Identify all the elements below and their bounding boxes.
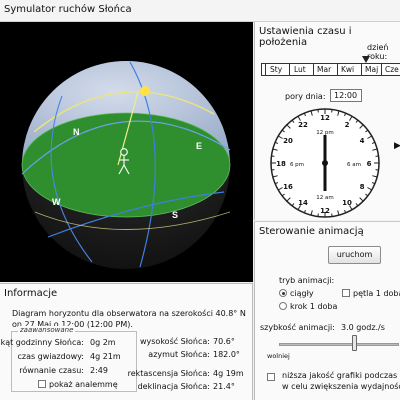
- month-label: Lut: [294, 65, 306, 74]
- clock-numeral: 16: [283, 183, 293, 191]
- day-marker-icon[interactable]: [362, 56, 370, 63]
- low-quality-checkbox[interactable]: [267, 373, 278, 382]
- sidereal-value: 4g 21m: [90, 352, 121, 361]
- time-of-day-label: pory dnia:: [285, 92, 326, 101]
- clock-pivot: [322, 160, 328, 166]
- advanced-group: zaawansowane kąt godzinny Słońca: 0g 2m …: [1, 326, 137, 392]
- hour-angle-value: 0g 2m: [90, 338, 116, 347]
- show-analemma-checkbox[interactable]: pokaż analemmę: [38, 380, 118, 389]
- dir-west: W: [52, 197, 61, 207]
- info-panel: Informacje Diagram horyzontu dla obserwa…: [0, 283, 253, 400]
- celestial-sphere-svg[interactable]: N E W S: [0, 22, 253, 282]
- hour-angle-label: kąt godzinny Słońca:: [0, 338, 84, 347]
- show-analemma-label: pokaż analemmę: [49, 380, 118, 389]
- sun-marker[interactable]: [140, 86, 150, 96]
- low-quality-label-1: niższa jakość grafiki podczas anim: [282, 371, 400, 380]
- info-title: Informacje: [4, 288, 58, 299]
- animation-title: Sterowanie animacją: [259, 226, 364, 237]
- month-label: Mar: [317, 65, 332, 74]
- day-of-year-slider[interactable]: Sty Lut Mar Kwi Maj Cze: [261, 63, 400, 76]
- month-label: Sty: [270, 65, 283, 74]
- clock-numeral: 12: [320, 207, 330, 215]
- clock-numeral: 14: [298, 199, 308, 207]
- clock-sublabel-6pm: 6 pm: [290, 162, 304, 168]
- sun-ra-label: rektascensja Słońca:: [127, 369, 210, 378]
- advanced-legend: zaawansowane: [18, 326, 76, 334]
- analemma-check-box[interactable]: [38, 380, 46, 388]
- sun-azimuth-label: azymut Słońca:: [148, 350, 210, 359]
- animation-speed-value: 3.0 godz./s: [341, 323, 385, 332]
- clock-numeral: 10: [342, 199, 352, 207]
- continuous-radio-dot[interactable]: [279, 289, 287, 297]
- time-of-day-input[interactable]: 12:00: [330, 89, 362, 102]
- sun-azimuth-value: 182.0°: [213, 350, 240, 359]
- month-label: Maj: [365, 65, 379, 74]
- sun-ra-value: 4g 19m: [213, 369, 244, 378]
- clock-numeral: 20: [283, 137, 293, 145]
- step-day-radio[interactable]: krok 1 doba: [279, 302, 337, 311]
- clock-numeral: 22: [298, 121, 308, 129]
- clock-sublabel-6am: 6 am: [347, 162, 361, 168]
- continuous-radio[interactable]: ciągły: [279, 289, 314, 298]
- low-quality-label-2: w celu zwiększenia wydajności: [282, 382, 400, 391]
- info-description-line1: Diagram horyzontu dla obserwatora na sze…: [12, 309, 246, 318]
- step-day-radio-dot[interactable]: [279, 302, 287, 310]
- slower-label: wolniej: [267, 352, 290, 360]
- clock-sublabel-midnight: 12 am: [316, 195, 333, 201]
- low-quality-check-box[interactable]: [267, 373, 275, 381]
- clock-numeral: 6: [367, 160, 372, 168]
- clock-numeral: 12: [320, 114, 330, 122]
- dir-east: E: [196, 141, 202, 151]
- play-arrow-icon[interactable]: ▶: [394, 141, 400, 151]
- speed-slider-thumb[interactable]: [351, 335, 357, 351]
- step-day-label: krok 1 doba: [290, 302, 338, 311]
- equation-of-time-value: 2:49: [90, 366, 108, 375]
- day-of-year-label: dzień roku:: [367, 43, 389, 61]
- month-label: Cze: [385, 65, 399, 74]
- clock-dial[interactable]: 12 2 4 6 8 10 12 14 16 18 20 22 12 pm 6 …: [269, 107, 381, 219]
- sidereal-label: czas gwiazdowy:: [17, 352, 84, 361]
- run-button[interactable]: uruchom: [328, 246, 381, 264]
- animation-speed-label: szybkość animacji:: [260, 323, 335, 332]
- window-title: Symulator ruchów Słońca: [4, 4, 132, 15]
- loop-day-label: pętla 1 doba: [353, 289, 400, 298]
- dir-south: S: [172, 210, 178, 220]
- equation-of-time-label: równanie czasu:: [19, 366, 84, 375]
- loop-day-check-box[interactable]: [342, 289, 350, 297]
- celestial-sphere-view[interactable]: N E W S: [0, 22, 253, 282]
- continuous-label: ciągły: [290, 289, 314, 298]
- title-bar: Symulator ruchów Słońca: [0, 0, 400, 22]
- clock-numeral: 2: [345, 121, 350, 129]
- clock-numeral: 8: [360, 183, 365, 191]
- sun-altitude-value: 70.6°: [213, 337, 235, 346]
- dir-north: N: [73, 127, 80, 137]
- animation-panel: Sterowanie animacją uruchom tryb animacj…: [254, 221, 400, 400]
- month-label: Kwi: [341, 65, 355, 74]
- clock-numeral: 18: [276, 160, 286, 168]
- clock-numeral: 4: [360, 137, 365, 145]
- sun-dec-value: 21.4°: [213, 382, 235, 391]
- loop-day-checkbox[interactable]: pętla 1 doba: [342, 289, 400, 298]
- animation-mode-label: tryb animacji:: [279, 276, 335, 285]
- time-settings-panel: Ustawienia czasu i położenia dzień roku:…: [254, 22, 400, 220]
- sun-altitude-label: wysokość Słońca:: [139, 337, 210, 346]
- sun-dec-label: deklinacja Słońca:: [137, 382, 210, 391]
- speed-slider-track[interactable]: [279, 343, 399, 346]
